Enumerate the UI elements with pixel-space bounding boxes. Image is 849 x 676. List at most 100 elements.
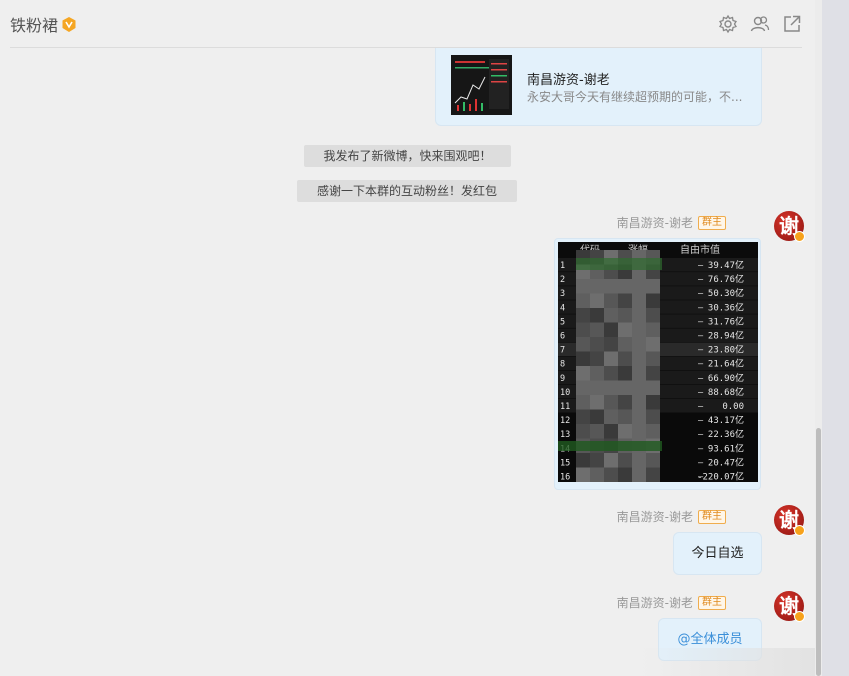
scrollbar-thumb[interactable]	[816, 428, 821, 676]
row-value: 0.00	[722, 402, 744, 412]
chat-window: 铁粉裙 南昌游资-谢老 永安大哥今天有继续超预期的可能，不... 我发布了新微博…	[0, 0, 822, 676]
row-value: 23.80亿	[708, 344, 744, 356]
pixelation-block	[576, 337, 590, 352]
pixelation-block	[646, 467, 660, 482]
pixelation-block	[618, 366, 632, 381]
message-sender: 南昌游资-谢老 群主	[617, 508, 726, 525]
row-number: 11	[560, 402, 570, 412]
pixelation-block	[604, 409, 618, 424]
row-number: 5	[560, 317, 565, 327]
pixelation-block	[646, 322, 660, 337]
row-value: 21.64亿	[708, 358, 744, 370]
pixelation-block	[604, 467, 618, 482]
text-message-bubble[interactable]: 今日自选	[673, 532, 762, 575]
system-message: 我发布了新微博，快来围观吧！	[304, 145, 511, 167]
verified-dot-icon	[794, 525, 805, 536]
pixelation-block	[632, 424, 646, 439]
sender-name[interactable]: 南昌游资-谢老	[617, 594, 693, 611]
highlight-block	[576, 258, 662, 270]
settings-icon[interactable]	[718, 14, 738, 34]
verified-dot-icon	[794, 611, 805, 622]
row-change: —	[698, 289, 704, 299]
pixelation-block	[618, 453, 632, 468]
row-change: —	[698, 261, 704, 271]
row-number: 12	[560, 416, 570, 426]
pixelation-block	[632, 467, 646, 482]
pixelation-block	[604, 293, 618, 308]
pixelation-block	[646, 308, 660, 323]
row-number: 16	[560, 473, 570, 483]
pixelation-block	[576, 351, 590, 366]
shared-link-card[interactable]: 南昌游资-谢老 永安大哥今天有继续超预期的可能，不...	[435, 48, 762, 126]
row-value: 20.47亿	[708, 456, 744, 468]
row-number: 6	[560, 332, 565, 342]
pixelation-block	[604, 351, 618, 366]
row-change: —	[698, 303, 704, 313]
sender-name[interactable]: 南昌游资-谢老	[617, 214, 693, 231]
pixelation-block	[646, 409, 660, 424]
pixelation-block	[604, 395, 618, 410]
pixelation-block	[590, 337, 604, 352]
image-message[interactable]: 代码涨幅自由市值1—39.47亿2—76.76亿3—50.30亿4—30.36亿…	[554, 238, 761, 490]
row-change: —	[698, 346, 704, 356]
row-number: 15	[560, 458, 570, 468]
pixelation-block	[590, 351, 604, 366]
pixelation-block	[590, 279, 604, 294]
pixelation-block	[632, 380, 646, 395]
row-value: -220.07亿	[697, 471, 744, 483]
row-change: —	[698, 430, 704, 440]
row-value: 66.90亿	[708, 372, 744, 384]
pixelation-block	[576, 395, 590, 410]
pixelation-block	[576, 453, 590, 468]
link-description: 永安大哥今天有继续超预期的可能，不...	[527, 90, 743, 104]
pixelation-block	[590, 293, 604, 308]
pixelation-block	[618, 293, 632, 308]
avatar[interactable]: 谢	[774, 505, 805, 536]
avatar[interactable]: 谢	[774, 591, 805, 622]
row-number: 10	[560, 388, 570, 398]
pixelation-block	[646, 337, 660, 352]
pixelation-block	[604, 424, 618, 439]
row-change: —	[698, 317, 704, 327]
row-value: 76.76亿	[708, 273, 744, 285]
pixelation-block	[576, 308, 590, 323]
pixelation-block	[576, 322, 590, 337]
pixelation-block	[646, 366, 660, 381]
row-value: 30.36亿	[708, 301, 744, 313]
highlight-block	[558, 441, 662, 451]
pixelation-block	[618, 351, 632, 366]
row-value: 50.30亿	[708, 287, 744, 299]
pixelation-block	[590, 366, 604, 381]
pixelation-block	[646, 293, 660, 308]
row-change: —	[698, 275, 704, 285]
popout-icon[interactable]	[782, 14, 802, 34]
row-change: —	[698, 332, 704, 342]
owner-badge: 群主	[698, 215, 726, 230]
verified-badge-icon	[62, 16, 76, 32]
avatar[interactable]: 谢	[774, 211, 805, 242]
pixelation-block	[632, 351, 646, 366]
pixelation-block	[618, 337, 632, 352]
pixelation-block	[618, 395, 632, 410]
link-thumbnail	[451, 55, 512, 115]
row-value: 28.94亿	[708, 330, 744, 342]
pixelation-block	[632, 337, 646, 352]
row-number: 1	[560, 261, 565, 271]
pixelation-block	[646, 395, 660, 410]
row-change: —	[698, 444, 704, 454]
pixelation-block	[632, 395, 646, 410]
pixelation-block	[632, 409, 646, 424]
pixelation-block	[576, 424, 590, 439]
pixelation-block	[646, 453, 660, 468]
message-sender: 南昌游资-谢老 群主	[617, 594, 726, 611]
pixelation-block	[632, 308, 646, 323]
pixelation-block	[632, 293, 646, 308]
sender-name[interactable]: 南昌游资-谢老	[617, 508, 693, 525]
members-icon[interactable]	[750, 14, 770, 34]
pixelation-block	[604, 308, 618, 323]
pixelation-block	[618, 409, 632, 424]
pixelation-block	[576, 467, 590, 482]
pixelation-block	[604, 453, 618, 468]
pixelation-block	[590, 322, 604, 337]
pixelation-block	[576, 293, 590, 308]
